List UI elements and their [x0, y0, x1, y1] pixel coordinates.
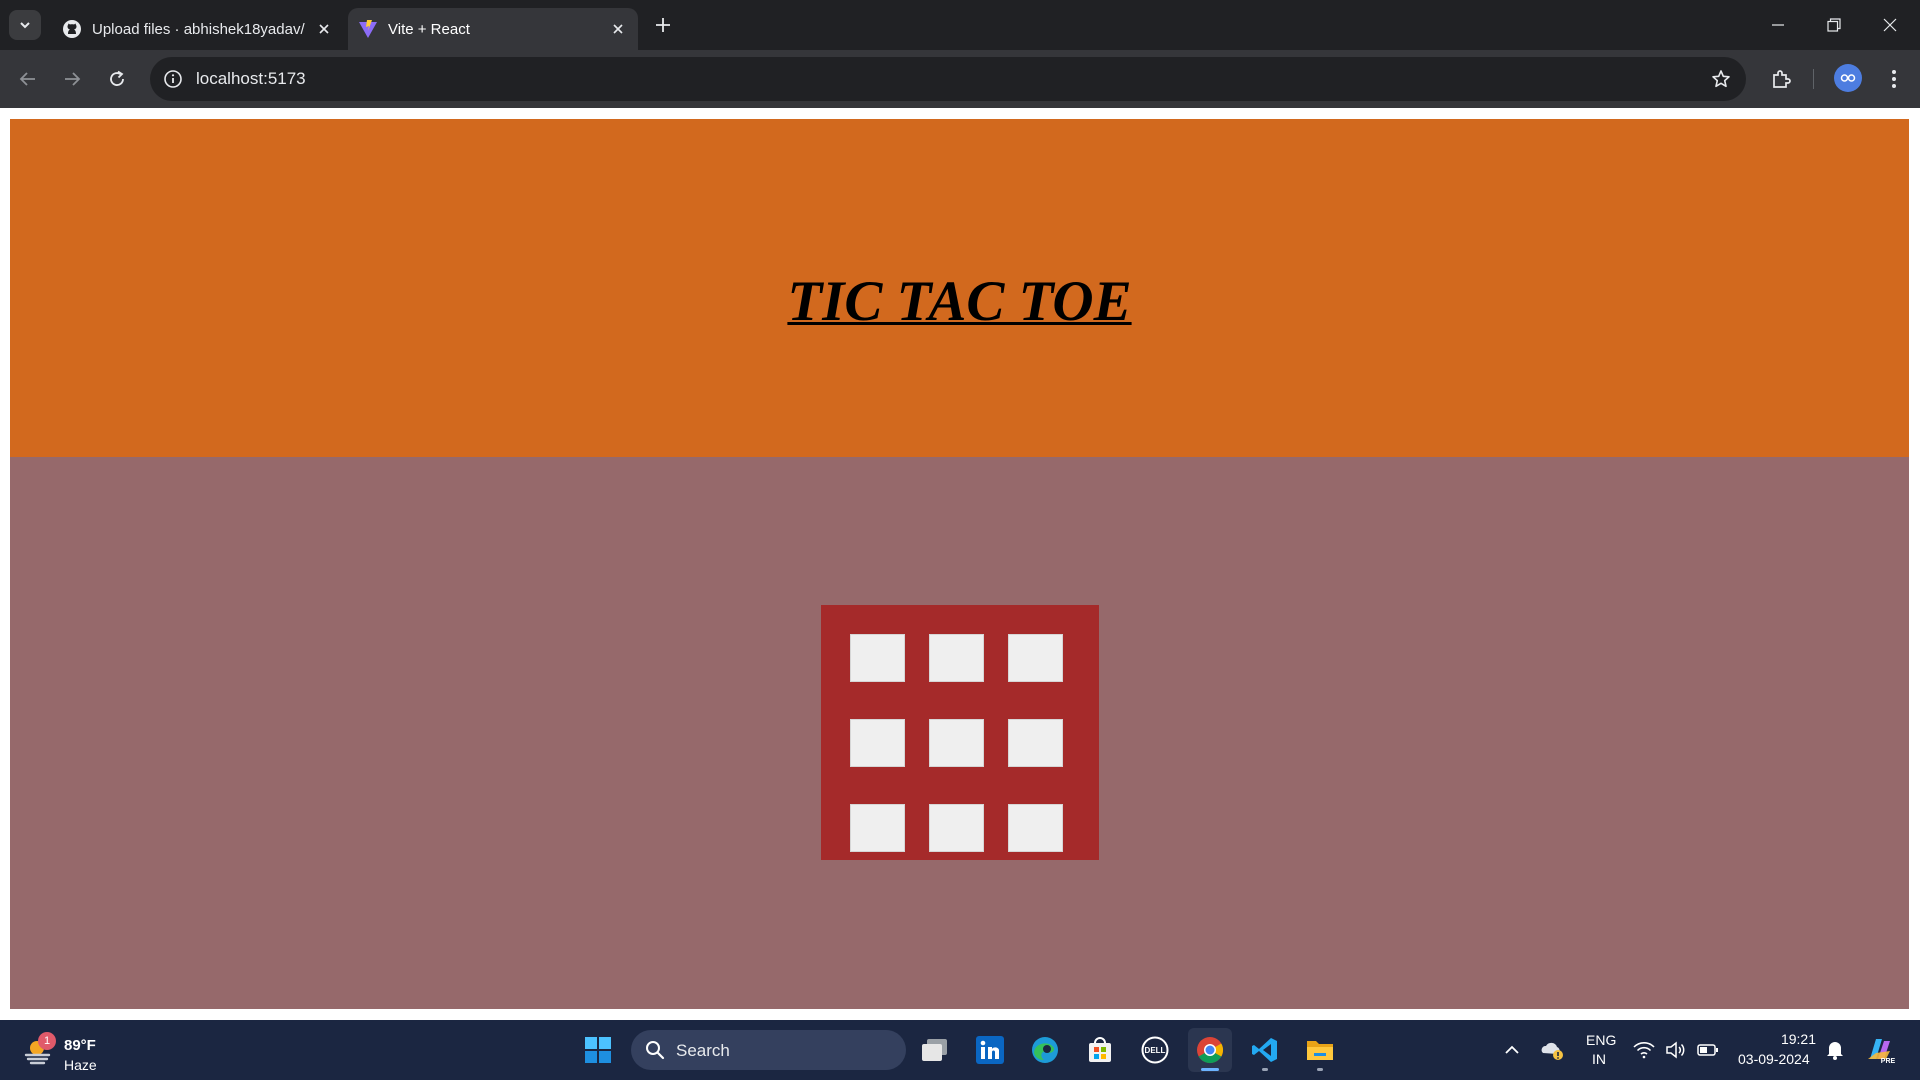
edge-app[interactable] — [1023, 1028, 1067, 1072]
plus-icon — [656, 18, 670, 32]
language-region[interactable]: IN — [1592, 1051, 1606, 1067]
task-view-icon — [922, 1039, 947, 1061]
arrow-left-icon — [19, 72, 35, 86]
game-board — [821, 605, 1099, 860]
page-title: TIC TAC TOE — [787, 270, 1132, 333]
file-explorer-icon — [1307, 1041, 1333, 1060]
search-icon — [646, 1041, 665, 1060]
tab-title: Upload files · abhishek18yadav/ — [92, 20, 305, 38]
file-explorer-app[interactable] — [1298, 1028, 1342, 1072]
board-cell[interactable] — [929, 719, 984, 767]
chevron-down-icon — [20, 22, 30, 29]
board-cell[interactable] — [1008, 719, 1063, 767]
url-text[interactable]: localhost:5173 — [196, 69, 306, 89]
onedrive-warning-icon — [1541, 1042, 1563, 1060]
vite-icon — [358, 19, 378, 39]
taskbar-search[interactable]: Search — [631, 1030, 906, 1070]
board-cell[interactable] — [1008, 634, 1063, 682]
close-icon — [1883, 18, 1897, 32]
start-button[interactable] — [576, 1028, 620, 1072]
volume-icon — [1666, 1041, 1685, 1059]
board-cell[interactable] — [1008, 804, 1063, 852]
chrome-icon — [1197, 1037, 1224, 1064]
show-hidden-icons-button[interactable] — [1490, 1028, 1534, 1072]
weather-temperature: 89°F — [64, 1037, 96, 1054]
wifi-button[interactable] — [1626, 1028, 1662, 1072]
linkedin-app[interactable] — [968, 1028, 1012, 1072]
chevron-up-icon — [1505, 1045, 1519, 1054]
onedrive-button[interactable] — [1530, 1028, 1574, 1072]
more-menu-icon[interactable] — [1876, 61, 1912, 97]
browser-tab-strip: Upload files · abhishek18yadav/ Vite + R… — [0, 0, 1920, 50]
close-window-button[interactable] — [1862, 0, 1918, 50]
chrome-app[interactable] — [1188, 1028, 1232, 1072]
clock-time[interactable]: 19:21 — [1700, 1031, 1816, 1047]
weather-widget[interactable]: 1 89°F Haze — [18, 1028, 128, 1073]
notification-badge: 1 — [38, 1032, 56, 1050]
restore-icon — [1827, 18, 1841, 32]
close-tab-icon[interactable] — [310, 15, 338, 43]
play-area — [10, 457, 1909, 1009]
vscode-icon — [1252, 1038, 1277, 1062]
volume-button[interactable] — [1658, 1028, 1694, 1072]
clock-date[interactable]: 03-09-2024 — [1738, 1051, 1810, 1067]
minimize-icon — [1772, 24, 1784, 26]
back-button[interactable] — [10, 61, 46, 97]
forward-button[interactable] — [54, 61, 90, 97]
notifications-button[interactable] — [1820, 1028, 1850, 1072]
windows-start-icon — [585, 1037, 611, 1063]
running-indicator — [1262, 1068, 1268, 1071]
running-indicator — [1317, 1068, 1323, 1071]
search-label: Search — [676, 1041, 730, 1060]
title-banner: TIC TAC TOE — [10, 119, 1909, 457]
board-cell[interactable] — [929, 634, 984, 682]
linkedin-icon — [976, 1036, 1004, 1064]
tab-github[interactable]: Upload files · abhishek18yadav/ — [50, 8, 344, 50]
copilot-button[interactable]: PRE — [1858, 1028, 1902, 1072]
profile-avatar[interactable] — [1834, 64, 1862, 92]
language-indicator[interactable]: ENG — [1586, 1032, 1616, 1048]
svg-text:PRE: PRE — [1881, 1058, 1896, 1065]
weather-condition: Haze — [64, 1057, 97, 1073]
dell-app[interactable]: DELL — [1133, 1028, 1177, 1072]
copilot-icon: PRE — [1868, 1039, 1896, 1065]
page-viewport: TIC TAC TOE — [0, 108, 1920, 1020]
bell-icon — [1827, 1042, 1843, 1060]
tab-title: Vite + React — [388, 20, 470, 38]
taskbar: 1 89°F Haze Search DELL ENG IN 19:21 03-… — [0, 1020, 1920, 1080]
board-cell[interactable] — [850, 719, 905, 767]
board-cell[interactable] — [850, 804, 905, 852]
tab-vite-react[interactable]: Vite + React — [348, 8, 638, 50]
svg-text:DELL: DELL — [1145, 1046, 1166, 1055]
edge-icon — [1032, 1037, 1058, 1063]
new-tab-button[interactable] — [648, 10, 678, 40]
dell-icon: DELL — [1141, 1036, 1169, 1064]
arrow-right-icon — [65, 72, 81, 86]
active-indicator — [1201, 1068, 1219, 1071]
profile-icon — [1840, 74, 1856, 82]
extensions-icon[interactable] — [1763, 61, 1799, 97]
github-icon — [62, 19, 82, 39]
restore-button[interactable] — [1806, 0, 1862, 50]
store-icon — [1089, 1037, 1111, 1062]
minimize-button[interactable] — [1750, 0, 1806, 50]
bookmark-star-icon[interactable] — [1708, 66, 1734, 92]
address-bar[interactable]: localhost:5173 — [150, 57, 1746, 101]
store-app[interactable] — [1078, 1028, 1122, 1072]
vscode-app[interactable] — [1243, 1028, 1287, 1072]
info-icon[interactable] — [162, 68, 184, 90]
close-tab-icon[interactable] — [604, 15, 632, 43]
board-cell[interactable] — [850, 634, 905, 682]
reload-icon — [110, 70, 124, 86]
browser-toolbar: localhost:5173 — [0, 50, 1920, 108]
toolbar-divider — [1813, 69, 1814, 89]
reload-button[interactable] — [99, 61, 135, 97]
board-cell[interactable] — [929, 804, 984, 852]
tab-search-button[interactable] — [9, 10, 41, 40]
task-view-button[interactable] — [913, 1028, 957, 1072]
wifi-icon — [1633, 1042, 1655, 1059]
